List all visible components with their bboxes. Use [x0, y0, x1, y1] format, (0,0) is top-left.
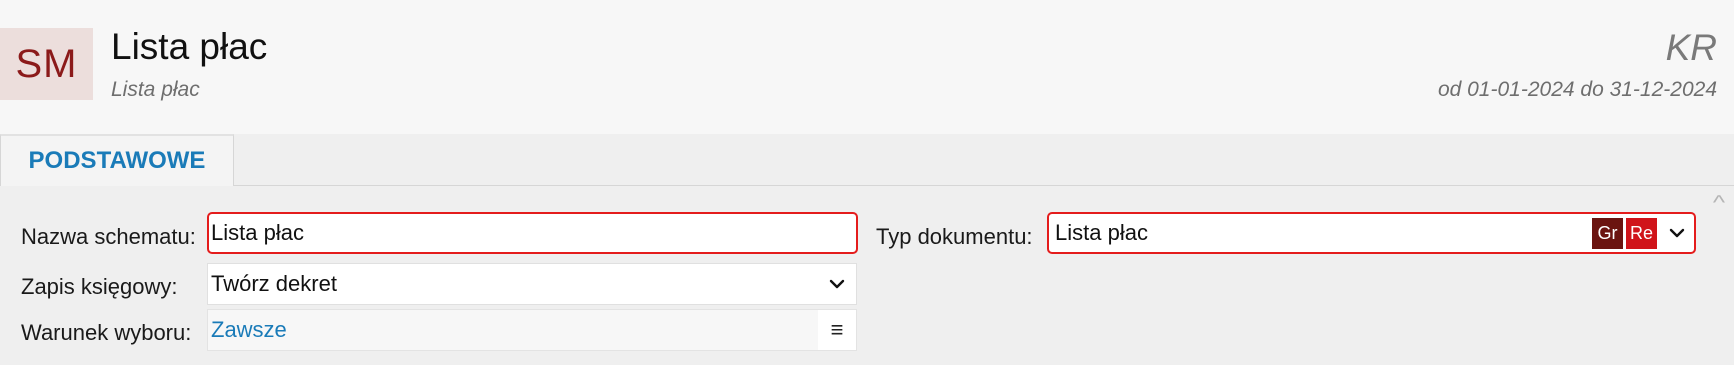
typ-dokumentu-value: Lista płac — [1055, 220, 1148, 245]
gr-badge-button[interactable]: Gr — [1592, 217, 1623, 249]
warunek-wyboru-label: Warunek wyboru: — [21, 320, 192, 345]
chevron-down-icon[interactable] — [818, 264, 856, 304]
page-subtitle: Lista płac — [111, 78, 200, 101]
warunek-wyboru-field[interactable]: Zawsze ≡ — [207, 309, 857, 351]
warunek-wyboru-value[interactable]: Zawsze — [208, 317, 818, 343]
page-title: Lista płac — [111, 26, 268, 67]
typ-dokumentu-field[interactable]: Lista płac Gr Re — [1047, 212, 1696, 254]
period-label: od 01-01-2024 do 31-12-2024 — [1437, 78, 1717, 101]
chevron-down-icon[interactable] — [1660, 214, 1694, 252]
nazwa-schematu-label: Nazwa schematu: — [21, 224, 196, 249]
nazwa-schematu-value: Lista płac — [211, 220, 304, 245]
nazwa-schematu-field[interactable]: Lista płac — [207, 212, 858, 254]
company-code: KR — [1665, 27, 1717, 68]
typ-dokumentu-label: Typ dokumentu: — [876, 224, 1033, 249]
header: SM Lista płac Lista płac KR od 01-01-202… — [0, 0, 1734, 134]
re-badge-button[interactable]: Re — [1626, 217, 1657, 249]
zapis-ksiegowy-value: Twórz dekret — [211, 271, 337, 296]
avatar: SM — [0, 28, 93, 100]
collapse-icon[interactable]: ^ — [1705, 193, 1734, 213]
tab-bar: PODSTAWOWE — [0, 134, 1734, 186]
tab-podstawowe[interactable]: PODSTAWOWE — [0, 134, 234, 186]
zapis-ksiegowy-select[interactable]: Twórz dekret — [207, 263, 857, 305]
zapis-ksiegowy-label: Zapis księgowy: — [21, 274, 178, 299]
menu-icon[interactable]: ≡ — [818, 310, 856, 350]
